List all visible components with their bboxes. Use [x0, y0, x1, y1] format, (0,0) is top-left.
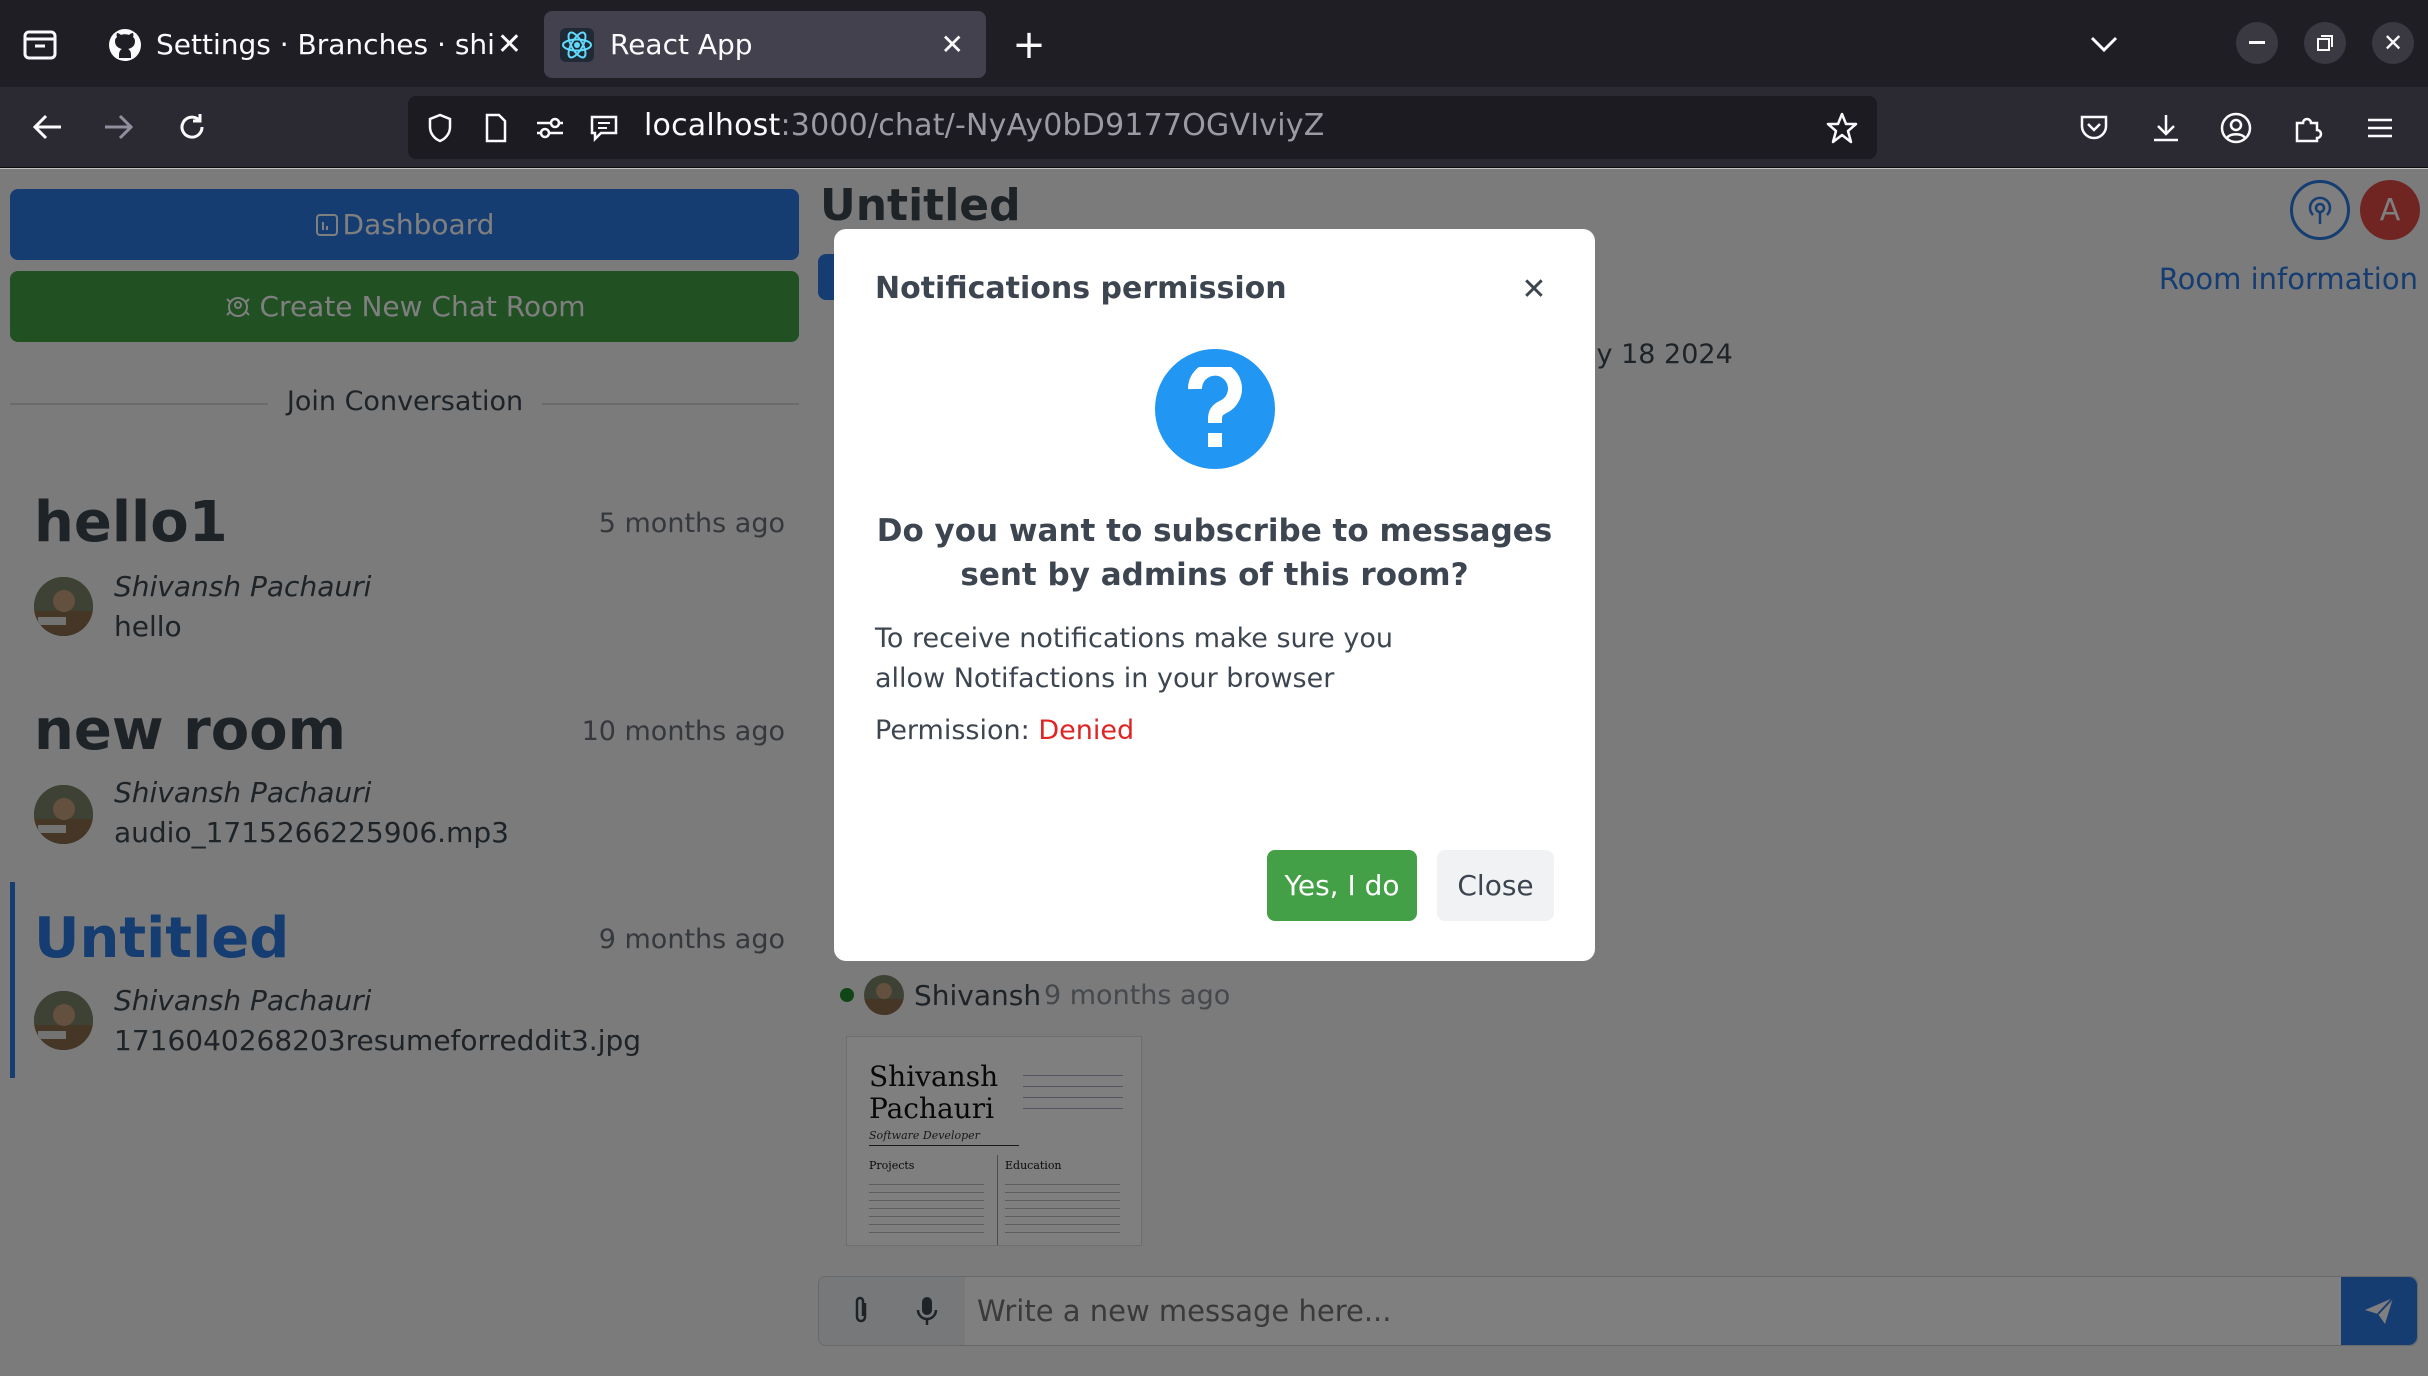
question-icon: [1155, 349, 1275, 469]
back-icon[interactable]: [26, 105, 70, 149]
tab-react-app[interactable]: React App ✕: [544, 11, 986, 78]
close-tab-icon[interactable]: ✕: [941, 28, 964, 61]
new-tab-button[interactable]: +: [1006, 22, 1052, 68]
page-info-icon[interactable]: [478, 110, 514, 146]
permissions-icon[interactable]: [532, 110, 568, 146]
modal-info-text: To receive notifications make sure you a…: [875, 623, 1393, 694]
browser-tab-bar: Settings · Branches · shivansh ✕ React A…: [0, 0, 2428, 87]
tab-title: React App: [610, 28, 753, 61]
tracking-protection-shield-icon[interactable]: [422, 110, 458, 146]
tab-title: Settings · Branches · shivansh: [156, 28, 496, 61]
modal-question: Do you want to subscribe to messages sen…: [876, 513, 1553, 593]
close-icon[interactable]: ✕: [1514, 269, 1554, 309]
forward-icon[interactable]: [96, 105, 140, 149]
modal-title: Notifications permission: [875, 271, 1287, 306]
tab-github-settings[interactable]: Settings · Branches · shivansh ✕: [94, 11, 526, 78]
restore-window-icon[interactable]: [2304, 22, 2346, 64]
tab-overview-icon[interactable]: [18, 23, 62, 67]
minimize-window-icon[interactable]: [2236, 22, 2278, 64]
downloads-icon[interactable]: [2144, 106, 2188, 150]
permission-value: Denied: [1038, 715, 1135, 746]
notifications-permission-icon[interactable]: [586, 110, 622, 146]
extensions-icon[interactable]: [2286, 106, 2330, 150]
account-icon[interactable]: [2214, 106, 2258, 150]
yes-subscribe-button[interactable]: Yes, I do: [1267, 850, 1417, 921]
close-tab-icon[interactable]: ✕: [492, 27, 522, 62]
menu-hamburger-icon[interactable]: [2358, 106, 2402, 150]
github-icon: [108, 28, 142, 62]
notifications-permission-modal: Notifications permission ✕ Do you want t…: [834, 229, 1595, 961]
react-icon: [560, 27, 594, 62]
close-window-icon[interactable]: ✕: [2372, 22, 2414, 64]
bookmark-star-icon[interactable]: [1822, 108, 1862, 148]
reload-icon[interactable]: [170, 105, 214, 149]
permission-status: Permission: Denied: [875, 715, 1134, 746]
pocket-icon[interactable]: [2072, 106, 2116, 150]
list-all-tabs-icon[interactable]: [2084, 24, 2124, 64]
url-text: localhost:3000/chat/-NyAy0bD9177OGVIviyZ: [644, 108, 1325, 143]
close-button[interactable]: Close: [1437, 850, 1554, 921]
permission-label: Permission:: [875, 715, 1030, 746]
